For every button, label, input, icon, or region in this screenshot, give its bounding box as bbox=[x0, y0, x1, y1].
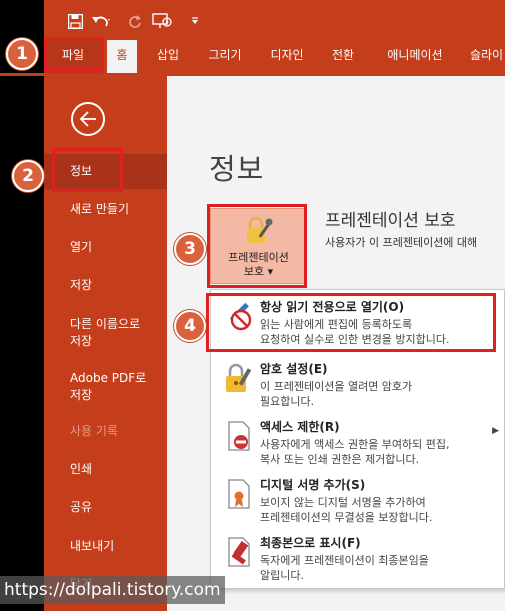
digital-signature-icon bbox=[221, 476, 257, 512]
section-title: 프레젠테이션 보호 bbox=[325, 211, 456, 231]
sidebar-item-new[interactable]: 새로 만들기 bbox=[44, 201, 167, 218]
menu-item-description: 사용자에게 액세스 권한을 부여하되 편집, 복사 또는 인쇄 권한은 제거합니… bbox=[260, 438, 450, 466]
callout-box-info bbox=[52, 148, 123, 192]
menu-item-add-digital-signature[interactable]: 디지털 서명 추가(S) 보이지 않는 디지털 서명을 추가하여 프레젠테이션의… bbox=[211, 470, 505, 526]
menu-item-description: 이 프레젠테이션을 열려면 암호가 필요합니다. bbox=[260, 380, 413, 408]
menu-item-mark-as-final[interactable]: 최종본으로 표시(F) 독자에게 프레젠테이션이 최종본임을 알립니다. bbox=[211, 528, 505, 584]
mark-final-icon bbox=[221, 534, 257, 570]
tab-insert[interactable]: 삽입 bbox=[148, 40, 188, 73]
ribbon-tabs: 파일 홈 삽입 그리기 디자인 전환 애니메이션 슬라이 bbox=[44, 40, 505, 73]
present-from-start-icon[interactable] bbox=[152, 10, 174, 32]
menu-item-restrict-access[interactable]: 액세스 제한(R) 사용자에게 액세스 권한을 부여하되 편집, 복사 또는 인… bbox=[211, 412, 505, 468]
menu-item-title: 최종본으로 표시(F) bbox=[260, 536, 361, 550]
watermark-url: https://dolpali.tistory.com bbox=[0, 576, 225, 604]
sidebar-item-open[interactable]: 열기 bbox=[44, 239, 167, 256]
powerpoint-backstage-window: 파일 홈 삽입 그리기 디자인 전환 애니메이션 슬라이 정보 새로 만들기 열… bbox=[0, 0, 505, 611]
redo-icon[interactable] bbox=[124, 10, 146, 32]
sidebar-item-share[interactable]: 공유 bbox=[44, 499, 167, 516]
step-badge-3: 3 bbox=[174, 233, 206, 265]
callout-box-protect-button bbox=[207, 204, 307, 288]
sidebar-item-history: 사용 기록 bbox=[70, 424, 118, 438]
tab-animations[interactable]: 애니메이션 bbox=[380, 40, 450, 73]
menu-item-title: 액세스 제한(R) bbox=[260, 420, 340, 434]
page-title: 정보 bbox=[209, 152, 265, 186]
sidebar-item-save[interactable]: 저장 bbox=[44, 277, 167, 294]
save-icon[interactable] bbox=[64, 10, 86, 32]
menu-item-encrypt-with-password[interactable]: 암호 설정(E) 이 프레젠테이션을 열려면 암호가 필요합니다. bbox=[211, 354, 505, 410]
restrict-access-icon bbox=[221, 418, 257, 454]
menu-item-title: 암호 설정(E) bbox=[260, 362, 328, 376]
lock-pen-icon bbox=[221, 360, 257, 396]
tab-design[interactable]: 디자인 bbox=[264, 40, 310, 73]
sidebar-item-save-as-pdf[interactable]: Adobe PDF로 저장 bbox=[44, 370, 167, 404]
submenu-arrow-icon: ▶ bbox=[492, 426, 499, 436]
callout-box-read-only bbox=[206, 293, 496, 352]
back-arrow-icon[interactable] bbox=[71, 102, 105, 136]
tab-slideshow[interactable]: 슬라이 bbox=[468, 40, 505, 73]
tab-transitions[interactable]: 전환 bbox=[325, 40, 361, 73]
sidebar-item-export[interactable]: 내보내기 bbox=[44, 538, 167, 555]
menu-item-description: 보이지 않는 디지털 서명을 추가하여 프레젠테이션의 무결성을 보장합니다. bbox=[260, 496, 433, 524]
sidebar-item-save-as[interactable]: 다른 이름으로 저장 bbox=[44, 316, 167, 350]
left-black-strip bbox=[0, 0, 44, 611]
section-description: 사용자가 이 프레젠테이션에 대해 bbox=[325, 236, 478, 249]
undo-icon[interactable] bbox=[90, 10, 112, 32]
step-badge-4: 4 bbox=[174, 310, 206, 342]
tab-home[interactable]: 홈 bbox=[107, 40, 137, 73]
callout-box-file-tab bbox=[44, 37, 104, 71]
step-badge-1: 1 bbox=[6, 38, 38, 70]
quick-access-toolbar bbox=[44, 0, 505, 40]
sidebar-item-print[interactable]: 인쇄 bbox=[44, 461, 167, 478]
tab-draw[interactable]: 그리기 bbox=[202, 40, 248, 73]
customize-qat-icon[interactable] bbox=[184, 10, 206, 32]
menu-item-title: 디지털 서명 추가(S) bbox=[260, 478, 366, 492]
menu-item-description: 독자에게 프레젠테이션이 최종본임을 알립니다. bbox=[260, 554, 429, 582]
step-badge-2: 2 bbox=[12, 160, 44, 192]
